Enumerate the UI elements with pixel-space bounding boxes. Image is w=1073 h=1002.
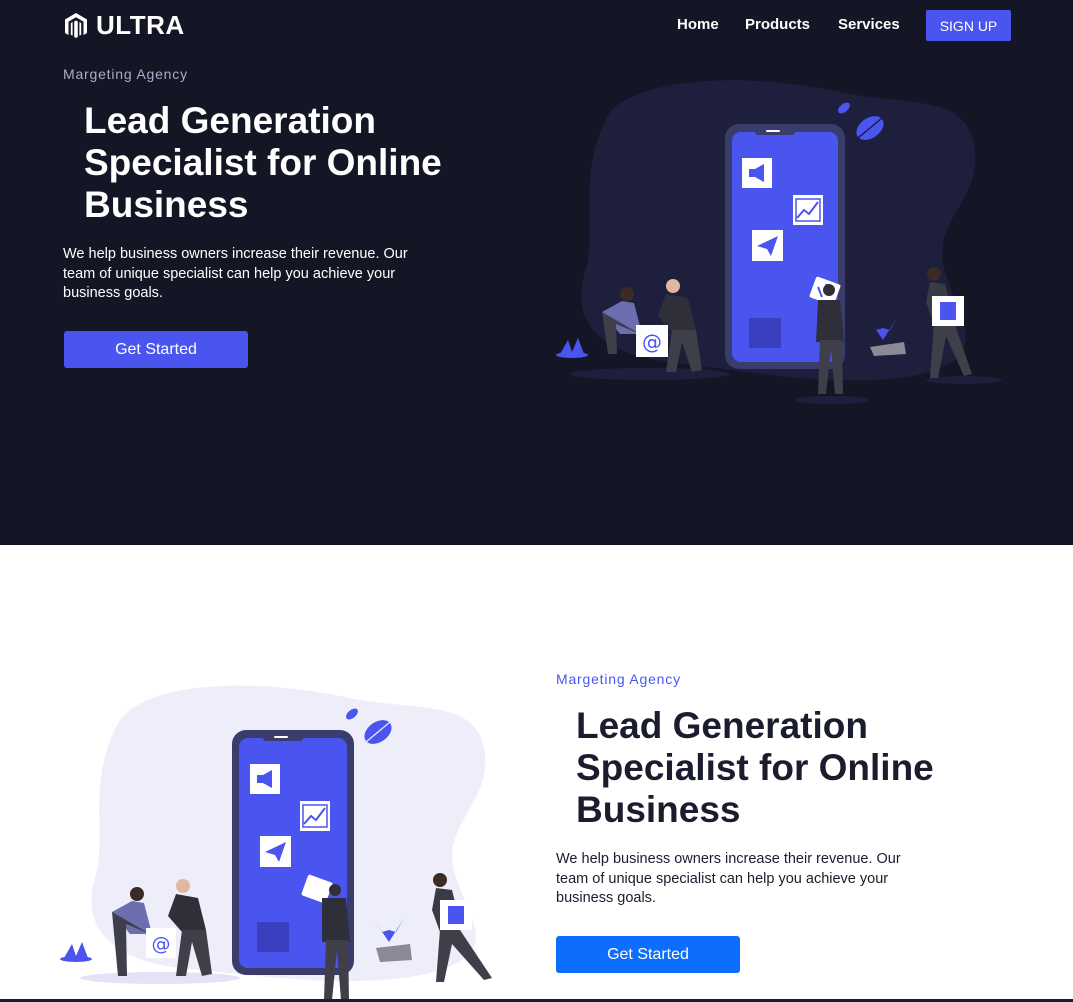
chart-icon — [300, 801, 330, 831]
paper-plane-icon — [752, 230, 783, 261]
hero-section-dark: ULTRA Home Products Services SIGN UP Mar… — [0, 0, 1073, 545]
person-with-building-icon — [926, 267, 1002, 384]
navbar: ULTRA Home Products Services SIGN UP — [0, 0, 1073, 50]
get-started-button[interactable]: Get Started — [556, 936, 740, 973]
hero-description: We help business owners increase their r… — [556, 851, 901, 906]
hero-illustration-light: @ — [60, 685, 492, 1000]
plant-icon — [60, 942, 92, 962]
nav-link-services[interactable]: Services — [838, 16, 900, 33]
hero-illustration: @ — [556, 80, 1002, 404]
chart-icon — [793, 195, 823, 225]
megaphone-icon — [250, 764, 280, 794]
paper-plane-icon — [260, 836, 291, 867]
magento-logo-icon — [65, 12, 87, 38]
brand-logo[interactable]: ULTRA — [64, 10, 185, 41]
hero-title: Lead Generation Specialist for Online Bu… — [84, 100, 442, 225]
plant-icon — [556, 338, 588, 358]
nav-link-home[interactable]: Home — [677, 16, 719, 33]
signup-button[interactable]: SIGN UP — [926, 10, 1011, 41]
email-icon: @ — [642, 330, 662, 354]
get-started-button[interactable]: Get Started — [64, 331, 248, 368]
email-icon: @ — [152, 933, 171, 955]
person-with-building-icon — [432, 873, 492, 982]
nav-link-products[interactable]: Products — [745, 16, 810, 33]
megaphone-icon — [742, 158, 772, 188]
hero-eyebrow: Margeting Agency — [63, 66, 188, 82]
hero-title: Lead Generation Specialist for Online Bu… — [576, 705, 934, 830]
hero-eyebrow: Margeting Agency — [556, 671, 681, 687]
brand-name: ULTRA — [96, 10, 185, 40]
hero-description: We help business owners increase their r… — [63, 246, 408, 301]
